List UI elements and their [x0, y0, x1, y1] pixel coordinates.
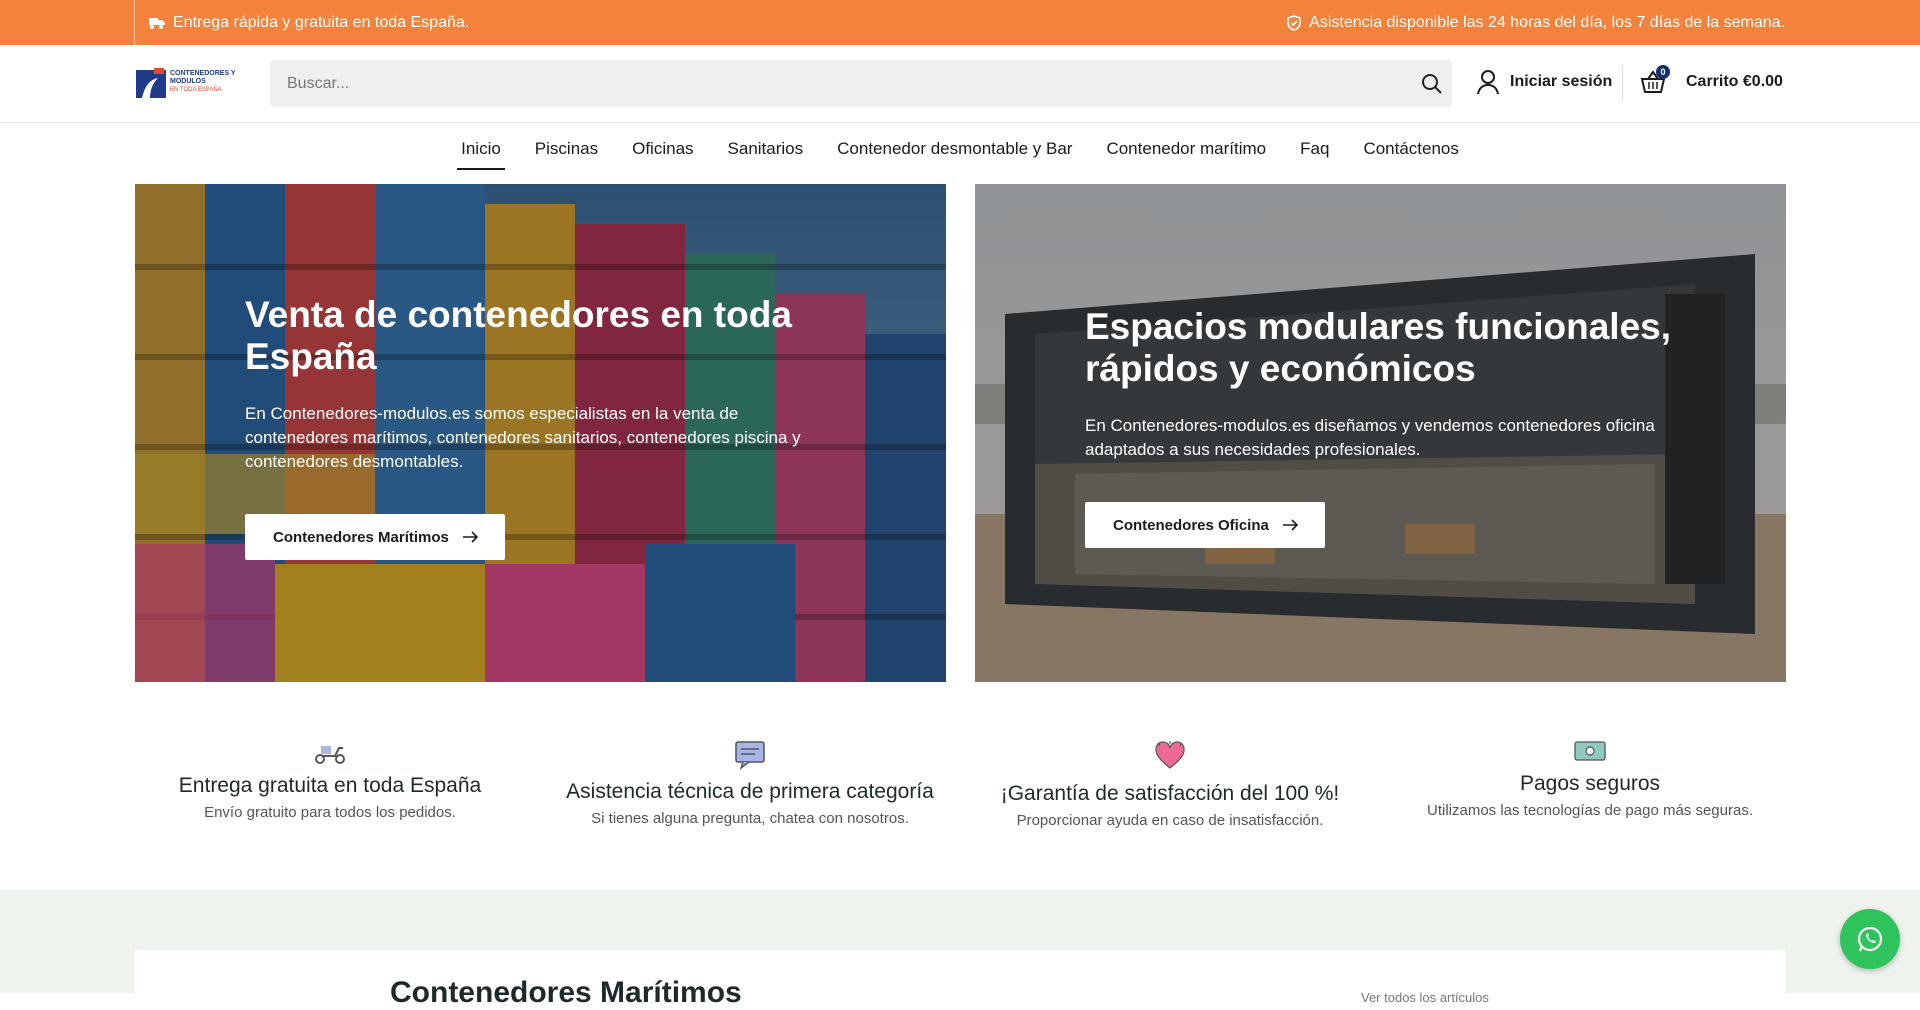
- hero-title: Venta de contenedores en toda España: [245, 294, 792, 377]
- nav-item-inicio[interactable]: Inicio: [457, 133, 505, 170]
- site-header: CONTENEDORES Y MODULOS EN TODA ESPAÑA In…: [0, 45, 1920, 123]
- feature-title: ¡Garantía de satisfacción del 100 %!: [1000, 782, 1340, 805]
- feature-guarantee: ¡Garantía de satisfacción del 100 %! Pro…: [960, 740, 1380, 829]
- cart-link[interactable]: 0 Carrito €0.00: [1640, 65, 1783, 95]
- button-label: Contenedores Oficina: [1113, 516, 1269, 534]
- maritime-containers-button[interactable]: Contenedores Marítimos: [245, 514, 505, 560]
- feature-text: Utilizamos las tecnologías de pago más s…: [1426, 802, 1753, 819]
- nav-item-maritimo[interactable]: Contenedor marítimo: [1102, 133, 1270, 165]
- nav-item-sanitarios[interactable]: Sanitarios: [724, 133, 808, 165]
- cart-icon-wrap: 0: [1640, 65, 1670, 95]
- announcement-bar: Entrega rápida y gratuita en toda España…: [0, 0, 1920, 45]
- logo-text: CONTENEDORES Y MODULOS EN TODA ESPAÑA: [170, 70, 252, 94]
- feature-text: Proporcionar ayuda en caso de insatisfac…: [1016, 812, 1324, 829]
- hero-content: Espacios modulares funcionales, rápidos …: [1085, 306, 1685, 548]
- account-label: Iniciar sesión: [1510, 73, 1613, 90]
- account-link[interactable]: Iniciar sesión: [1476, 69, 1612, 95]
- cart-label: Carrito €0.00: [1686, 73, 1783, 90]
- nav-item-desmontable-bar[interactable]: Contenedor desmontable y Bar: [833, 133, 1076, 165]
- announcement-right-text: Asistencia disponible las 24 horas del d…: [1309, 13, 1785, 31]
- header-divider: [1622, 65, 1623, 101]
- feature-title: Entrega gratuita en toda España: [178, 774, 482, 797]
- arrow-right-icon: [1282, 519, 1298, 531]
- feature-secure-payments: Pagos seguros Utilizamos las tecnologías…: [1380, 740, 1800, 819]
- hero-banner-maritime: Venta de contenedores en toda España En …: [135, 184, 946, 682]
- money-icon: [1574, 741, 1606, 761]
- nav-item-faq[interactable]: Faq: [1296, 133, 1333, 165]
- feature-text: Envío gratuito para todos los pedidos.: [204, 804, 456, 821]
- hero-text: En Contenedores-modulos.es diseñamos y v…: [1085, 416, 1655, 459]
- search-input[interactable]: [270, 74, 1370, 93]
- hero-title: Espacios modulares funcionales, rápidos …: [1085, 306, 1672, 389]
- shield-icon: [1287, 14, 1301, 31]
- feature-title: Pagos seguros: [1519, 772, 1661, 795]
- announcement-left-text: Entrega rápida y gratuita en toda España…: [173, 13, 470, 31]
- hero-text: En Contenedores-modulos.es somos especia…: [245, 404, 801, 471]
- heart-icon: [1155, 741, 1185, 769]
- logo-line-1: CONTENEDORES Y: [170, 70, 236, 77]
- site-logo[interactable]: CONTENEDORES Y MODULOS EN TODA ESPAÑA: [136, 65, 254, 99]
- hero-content: Venta de contenedores en toda España En …: [245, 294, 825, 560]
- whatsapp-button[interactable]: [1840, 909, 1900, 969]
- announcement-right: Asistencia disponible las 24 horas del d…: [1287, 0, 1785, 45]
- feature-free-delivery: Entrega gratuita en toda España Envío gr…: [120, 740, 540, 821]
- chat-icon: [735, 741, 765, 770]
- view-all-link[interactable]: Ver todos los artículos: [1361, 990, 1489, 1005]
- products-section: Contenedores Marítimos Ver todos los art…: [0, 890, 1920, 1010]
- nav-item-contactenos[interactable]: Contáctenos: [1359, 133, 1462, 165]
- hero-banner-office: Espacios modulares funcionales, rápidos …: [975, 184, 1786, 682]
- arrow-right-icon: [462, 531, 479, 543]
- cart-count-badge: 0: [1656, 65, 1670, 79]
- announcement-left: Entrega rápida y gratuita en toda España…: [134, 0, 469, 45]
- section-title: Contenedores Marítimos: [390, 976, 742, 1009]
- search-icon[interactable]: [1420, 72, 1444, 96]
- button-label: Contenedores Marítimos: [273, 528, 449, 546]
- user-icon: [1477, 70, 1499, 95]
- products-card: Contenedores Marítimos Ver todos los art…: [135, 950, 1785, 1010]
- main-nav: Inicio Piscinas Oficinas Sanitarios Cont…: [0, 124, 1920, 174]
- logo-line-2: MODULOS: [170, 78, 206, 85]
- scooter-icon: [315, 746, 345, 764]
- logo-mark-icon: [136, 68, 166, 98]
- nav-item-piscinas[interactable]: Piscinas: [531, 133, 602, 165]
- feature-text: Si tienes alguna pregunta, chatea con no…: [591, 810, 909, 827]
- delivery-truck-icon: [149, 17, 165, 29]
- whatsapp-icon: [1857, 926, 1883, 952]
- search-bar: [270, 60, 1452, 107]
- logo-line-3: EN TODA ESPAÑA: [170, 87, 222, 93]
- office-containers-button[interactable]: Contenedores Oficina: [1085, 502, 1325, 548]
- feature-support: Asistencia técnica de primera categoría …: [540, 740, 960, 827]
- feature-title: Asistencia técnica de primera categoría: [566, 780, 934, 803]
- nav-item-oficinas[interactable]: Oficinas: [628, 133, 697, 165]
